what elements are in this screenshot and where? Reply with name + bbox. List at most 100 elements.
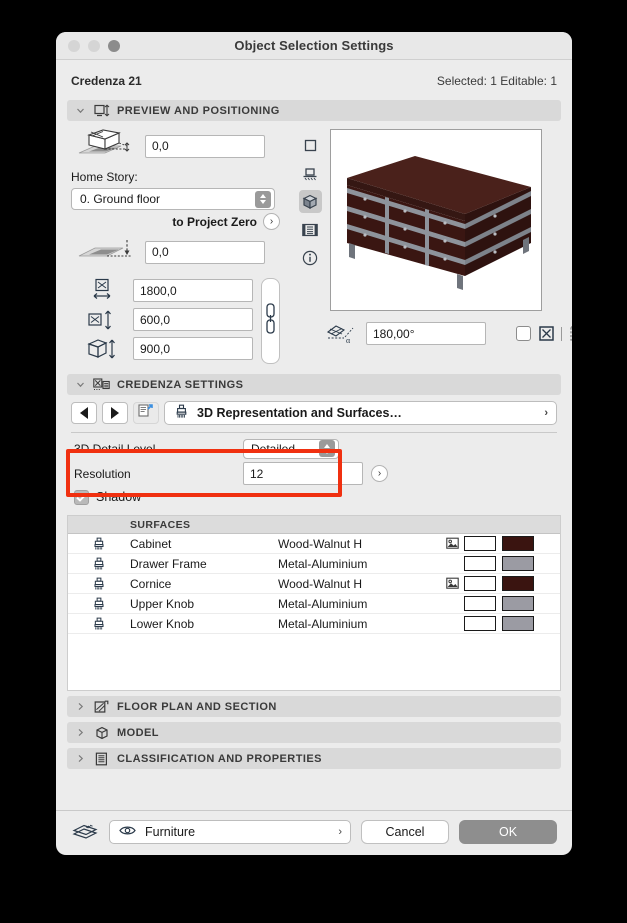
brush-icon[interactable] — [68, 597, 130, 611]
dimension-group — [71, 276, 280, 364]
section-header-preview-positioning[interactable]: PREVIEW AND POSITIONING — [67, 100, 561, 121]
home-story-select[interactable]: 0. Ground floor — [71, 188, 275, 210]
credenza-3d-render — [347, 156, 531, 290]
texture-icon[interactable] — [440, 537, 464, 550]
triangle-left-icon — [80, 407, 88, 419]
texture-icon[interactable] — [440, 577, 464, 590]
previous-page-button[interactable] — [71, 402, 97, 424]
surface-pen-swatch[interactable] — [464, 616, 496, 631]
model-preview[interactable] — [330, 129, 542, 311]
elevation-to-project-zero-icon — [71, 235, 145, 269]
surface-color-swatch[interactable] — [502, 616, 534, 631]
dialog-footer: Furniture › Cancel OK — [56, 810, 572, 855]
brush-icon[interactable] — [68, 577, 130, 591]
table-row[interactable]: Lower Knob Metal-Aluminium — [68, 614, 560, 634]
detail-level-select[interactable]: Detailed — [243, 438, 339, 459]
width-dimension-icon — [71, 278, 133, 304]
surface-pen-swatch[interactable] — [464, 536, 496, 551]
shadow-checkbox[interactable] — [74, 489, 89, 505]
section-header-classification[interactable]: CLASSIFICATION AND PROPERTIES — [67, 748, 561, 769]
depth-input[interactable] — [133, 308, 253, 331]
symbol-2d-icon[interactable] — [299, 134, 322, 157]
divider — [561, 326, 562, 341]
section-label-preview: PREVIEW AND POSITIONING — [117, 104, 280, 117]
brush-icon[interactable] — [68, 557, 130, 571]
brush-icon[interactable] — [68, 617, 130, 631]
list-preview-icon[interactable] — [299, 218, 322, 241]
dimension-link-toggle[interactable] — [261, 278, 280, 364]
resolution-label: Resolution — [74, 466, 131, 481]
brush-icon[interactable] — [68, 537, 130, 551]
3d-view-icon[interactable] — [298, 190, 322, 213]
stepper-icon[interactable] — [319, 440, 335, 457]
parameter-page-picker[interactable]: 3D Representation and Surfaces… › — [164, 401, 557, 425]
surface-material[interactable]: Metal-Aluminium — [278, 597, 440, 611]
surfaces-table: SURFACES Cabinet Wood-Walnut H Drawer Fr… — [67, 515, 561, 691]
surface-color-swatch[interactable] — [502, 596, 534, 611]
section-label-classification: CLASSIFICATION AND PROPERTIES — [117, 752, 322, 765]
table-row[interactable]: Cabinet Wood-Walnut H — [68, 534, 560, 554]
layer-select[interactable]: Furniture › — [109, 820, 351, 844]
resolution-more-button[interactable]: › — [371, 465, 388, 482]
mirror-checkbox[interactable] — [516, 326, 531, 341]
rotation-angle-icon: α — [324, 323, 358, 345]
dialog-content: Credenza 21 Selected: 1 Editable: 1 PREV… — [56, 60, 572, 801]
table-row[interactable]: Drawer Frame Metal-Aluminium — [68, 554, 560, 574]
width-row — [71, 276, 253, 305]
depth-dimension-icon — [71, 308, 133, 332]
surface-color-swatch[interactable] — [502, 536, 534, 551]
shadow-row[interactable]: Shadow — [71, 486, 557, 508]
surface-material[interactable]: Metal-Aluminium — [278, 617, 440, 631]
chevron-right-icon — [75, 754, 86, 763]
project-zero-label: to Project Zero — [172, 214, 257, 229]
credenza-settings-icon — [93, 377, 110, 393]
height-dimension-icon — [71, 336, 133, 362]
table-row[interactable]: Cornice Wood-Walnut H — [68, 574, 560, 594]
surface-color-swatch[interactable] — [502, 556, 534, 571]
info-icon[interactable] — [299, 246, 322, 269]
rotation-angle-input[interactable] — [366, 322, 486, 345]
chevron-right-icon — [75, 728, 86, 737]
width-input[interactable] — [133, 279, 253, 302]
height-input[interactable] — [133, 337, 253, 360]
detail-level-value: Detailed — [251, 441, 296, 456]
surface-material[interactable]: Wood-Walnut H — [278, 537, 440, 551]
stepper-icon[interactable] — [255, 190, 271, 208]
surface-material[interactable]: Wood-Walnut H — [278, 577, 440, 591]
surface-name: Drawer Frame — [130, 556, 207, 571]
table-row[interactable]: Upper Knob Metal-Aluminium — [68, 594, 560, 614]
divider — [71, 432, 557, 433]
surface-pen-swatch[interactable] — [464, 556, 496, 571]
next-page-button[interactable] — [102, 402, 128, 424]
preview-tool-strip — [296, 129, 324, 311]
section-header-credenza-settings[interactable]: CREDENZA SETTINGS — [67, 374, 561, 395]
floor-plan-icon — [93, 699, 110, 715]
resolution-input[interactable] — [243, 462, 363, 485]
surface-name: Cabinet — [130, 536, 172, 551]
anchor-fixed-icon[interactable] — [538, 326, 554, 342]
anchor-free-icon[interactable] — [569, 326, 572, 342]
credenza-settings-body: 3D Representation and Surfaces… › 3D Det… — [66, 395, 561, 508]
section-header-floor-plan[interactable]: FLOOR PLAN AND SECTION — [67, 696, 561, 717]
eye-icon[interactable] — [119, 825, 136, 839]
section-header-model[interactable]: MODEL — [67, 722, 561, 743]
preview-positioning-icon — [93, 103, 110, 119]
page-jump-button[interactable] — [133, 402, 159, 424]
elevation-to-project-zero-input[interactable] — [145, 240, 265, 264]
surface-material[interactable]: Metal-Aluminium — [278, 557, 440, 571]
project-zero-row: to Project Zero › — [71, 213, 280, 230]
section-label-model: MODEL — [117, 726, 159, 739]
ok-button[interactable]: OK — [459, 820, 557, 844]
chevron-down-icon — [75, 106, 86, 115]
project-zero-more-button[interactable]: › — [263, 213, 280, 230]
page-jump-icon — [138, 403, 154, 423]
positioning-controls: Home Story: 0. Ground floor to Project Z… — [67, 129, 280, 364]
surface-pen-swatch[interactable] — [464, 576, 496, 591]
surface-pen-swatch[interactable] — [464, 596, 496, 611]
cancel-button[interactable]: Cancel — [361, 820, 449, 844]
elevation-view-icon[interactable] — [299, 162, 322, 185]
column-header-surfaces: SURFACES — [130, 518, 191, 531]
elevation-to-story-input[interactable] — [145, 134, 265, 158]
surface-color-swatch[interactable] — [502, 576, 534, 591]
document-list-icon — [93, 751, 110, 767]
